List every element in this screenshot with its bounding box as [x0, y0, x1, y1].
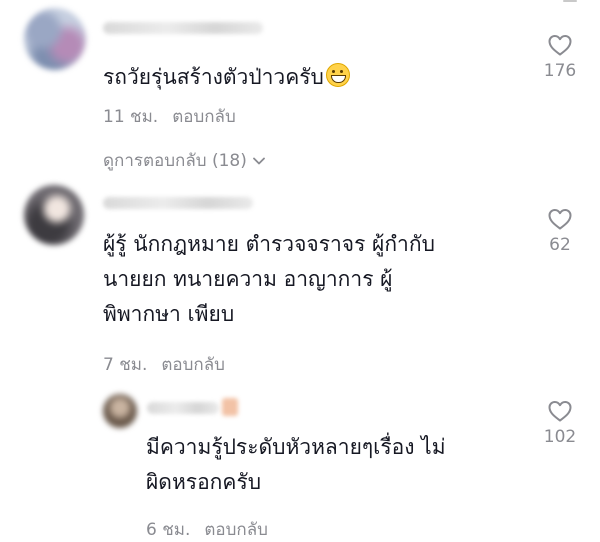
comment-meta: 7 ชม. ตอบกลับ — [103, 351, 225, 378]
heart-outline-icon — [548, 209, 572, 230]
avatar[interactable] — [24, 185, 84, 245]
comment-text: รถวัยรุ่นสร้างตัวป่าวครับ — [103, 60, 350, 95]
like-button[interactable]: 176 — [532, 33, 588, 81]
reply-button[interactable]: ตอบกลับ — [172, 107, 236, 127]
username-emoji-blurred — [222, 398, 238, 416]
like-count: 62 — [549, 235, 571, 255]
comment-text-line: ผู้รู้ นักกฎหมาย ตำรวจจราจร ผู้กำกับ — [103, 232, 435, 256]
reply-button[interactable]: ตอบกลับ — [161, 355, 225, 375]
comment-meta: 11 ชม. ตอบกลับ — [103, 103, 236, 130]
avatar[interactable] — [103, 394, 137, 428]
comment-time: 7 ชม. — [103, 355, 148, 375]
reply-time: 6 ชม. — [146, 520, 191, 540]
view-replies-button[interactable]: ดูการตอบกลับ (18) — [103, 147, 267, 174]
comment-text: ผู้รู้ นักกฎหมาย ตำรวจจราจร ผู้กำกับ นาย… — [103, 227, 435, 332]
comment-text-line: รถวัยรุ่นสร้างตัวป่าวครับ — [103, 65, 324, 89]
like-button[interactable]: 102 — [532, 399, 588, 447]
like-count: 176 — [543, 61, 577, 81]
comment-text-line: พิพากษา เพียบ — [103, 302, 235, 326]
heart-outline-icon — [548, 35, 572, 56]
username-blurred[interactable] — [147, 402, 219, 414]
like-count: 102 — [543, 427, 577, 447]
reply-meta: 6 ชม. ตอบกลับ — [146, 516, 268, 542]
view-replies-label: ดูการตอบกลับ (18) — [103, 151, 247, 171]
reply-text-line: ผิดหรอกครับ — [146, 470, 262, 494]
comment-text-line: นายยก ทนายความ อาญาการ ผู้ — [103, 267, 393, 291]
username-blurred[interactable] — [103, 22, 263, 34]
comment-time: 11 ชม. — [103, 107, 159, 127]
heart-outline-icon — [548, 401, 572, 422]
username-blurred[interactable] — [103, 197, 253, 209]
reply-text-line: มีความรู้ประดับหัวหลายๆเรื่อง ไม่ — [146, 435, 446, 459]
avatar[interactable] — [24, 8, 86, 70]
comments-panel: รถวัยรุ่นสร้างตัวป่าวครับ 11 ชม. ตอบกลับ … — [0, 0, 600, 542]
like-button[interactable]: 62 — [532, 207, 588, 255]
chevron-down-icon — [252, 157, 265, 164]
scroll-indicator — [563, 0, 577, 2]
reply-text: มีความรู้ประดับหัวหลายๆเรื่อง ไม่ ผิดหรอ… — [146, 430, 446, 500]
grinning-face-emoji-icon — [325, 63, 350, 87]
reply-button[interactable]: ตอบกลับ — [204, 520, 268, 540]
